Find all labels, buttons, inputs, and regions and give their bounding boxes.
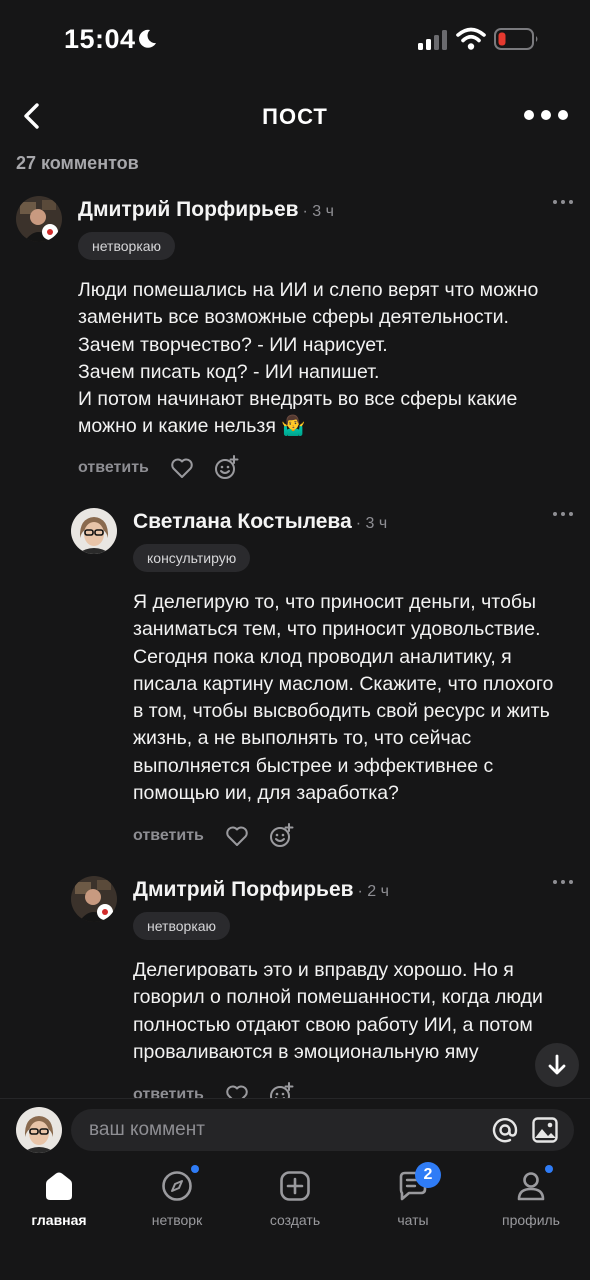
comment-actions: ответить <box>78 455 257 481</box>
comment-time: · 2 ч <box>357 883 389 900</box>
comment-actions: ответить <box>133 1082 312 1098</box>
comment-more-icon[interactable] <box>553 200 573 204</box>
reply-button[interactable]: ответить <box>133 827 204 845</box>
status-badge: консультирую <box>133 544 251 572</box>
post-screen: 15:04 ПОСТ 27 комментов Дмитрий Порфирье… <box>0 0 590 1280</box>
comment-author[interactable]: Дмитрий Порфирьев · 2 ч <box>133 878 389 902</box>
notification-dot <box>191 1165 199 1173</box>
avatar[interactable] <box>16 1107 62 1153</box>
tab-chats[interactable]: 2 чаты <box>358 1162 468 1228</box>
tab-network[interactable]: нетворк <box>122 1165 232 1228</box>
user-icon <box>513 1165 553 1204</box>
tab-home[interactable]: главная <box>4 1168 114 1228</box>
image-icon[interactable] <box>531 1116 559 1144</box>
status-bar: 15:04 <box>0 0 590 80</box>
comment-time: · 3 ч <box>355 515 388 532</box>
signal-icon <box>418 30 447 50</box>
status-badge: нетворкаю <box>78 232 176 260</box>
plus-square-icon <box>277 1168 313 1204</box>
compass-icon <box>159 1165 199 1204</box>
add-reaction-icon[interactable] <box>213 455 239 481</box>
scroll-down-button[interactable] <box>535 1043 579 1087</box>
comment-reply: Светлана Костылева · 3 ч консультирую Я д… <box>71 508 576 853</box>
comment-author[interactable]: Дмитрий Порфирьев · 3 ч <box>78 198 334 222</box>
mention-icon[interactable] <box>491 1116 519 1144</box>
heart-icon[interactable] <box>224 1082 250 1098</box>
tab-create-label: создать <box>269 1212 321 1228</box>
comment: Дмитрий Порфирьев · 3 ч нетворкаю Люди по… <box>16 196 576 486</box>
status-time: 15:04 <box>64 24 136 54</box>
more-horizontal-icon[interactable] <box>524 110 568 120</box>
avatar[interactable] <box>71 508 117 554</box>
page-title: ПОСТ <box>262 104 328 129</box>
comment-reply: Дмитрий Порфирьев · 2 ч нетворкаю Делегир… <box>71 876 576 1098</box>
comment-input-placeholder: ваш коммент <box>89 1119 205 1140</box>
avatar[interactable] <box>71 876 117 922</box>
tab-profile-label: профиль <box>502 1212 560 1228</box>
chat-icon: 2 <box>395 1162 441 1204</box>
comment-input[interactable]: ваш коммент <box>71 1109 574 1151</box>
top-nav: ПОСТ <box>0 80 590 152</box>
comment-more-icon[interactable] <box>553 880 573 884</box>
notification-dot <box>545 1165 553 1173</box>
comment-composer: ваш коммент <box>0 1098 590 1160</box>
tab-home-label: главная <box>31 1212 87 1228</box>
bottom-tab-bar: главная нетворк создать 2 чаты профиль <box>0 1160 590 1280</box>
comment-text: Делегировать это и вправду хорошо. Но я … <box>133 959 543 1063</box>
home-icon <box>41 1168 77 1204</box>
wifi-icon <box>456 27 486 50</box>
tab-network-label: нетворк <box>151 1212 203 1228</box>
avatar[interactable] <box>16 196 62 242</box>
tab-profile[interactable]: профиль <box>476 1165 586 1228</box>
tab-create[interactable]: создать <box>240 1168 350 1228</box>
add-reaction-icon[interactable] <box>268 823 294 849</box>
reply-button[interactable]: ответить <box>133 1086 204 1098</box>
tab-chats-label: чаты <box>397 1212 429 1228</box>
comment-time: · 3 ч <box>302 203 334 220</box>
heart-icon[interactable] <box>169 455 195 481</box>
reply-button[interactable]: ответить <box>78 459 149 477</box>
comment-text: Я делегирую то, что приносит деньги, что… <box>133 591 554 805</box>
battery-low-icon <box>494 28 538 50</box>
unread-badge: 2 <box>415 1162 441 1188</box>
heart-icon[interactable] <box>224 823 250 849</box>
comments-count: 27 комментов <box>16 153 139 173</box>
arrow-down-icon <box>548 1054 566 1075</box>
comment-more-icon[interactable] <box>553 512 573 516</box>
comment-text: Люди помешались на ИИ и слепо верят что … <box>78 279 539 438</box>
add-reaction-icon[interactable] <box>268 1082 294 1098</box>
comment-author[interactable]: Светлана Костылева · 3 ч <box>133 510 387 534</box>
moon-icon <box>139 29 156 48</box>
status-badge: нетворкаю <box>133 912 231 940</box>
comment-actions: ответить <box>133 823 312 849</box>
